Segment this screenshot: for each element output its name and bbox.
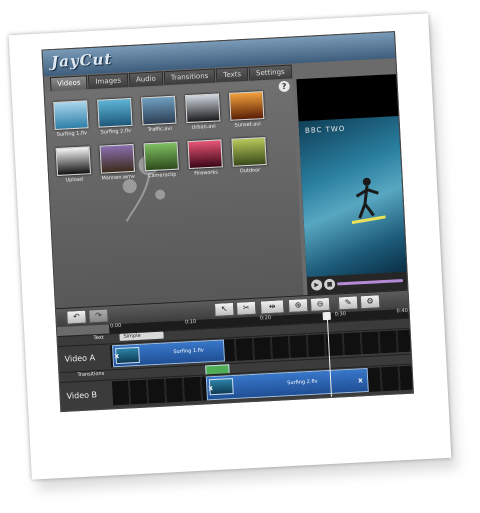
track-label-video-b: Video B [66, 390, 98, 401]
surfer-figure [351, 177, 386, 225]
library-clip[interactable]: Fireworks [187, 139, 223, 179]
clip-label: Outdoor [239, 167, 261, 175]
clip-handle-icon[interactable]: x [114, 352, 119, 360]
library-clip[interactable]: Surfing 2.flv [97, 97, 133, 138]
pick-tool-icon[interactable]: ✎ [337, 295, 359, 311]
clip-label: Surfing 2.flv [287, 378, 318, 387]
adjust-tool-icon[interactable]: ⇹ [259, 299, 285, 315]
library-clip[interactable]: Surfing 1.flv [53, 100, 89, 140]
app-logo: JayCut [50, 49, 113, 72]
clip-thumbnail [228, 91, 265, 121]
track-label-text: Text [93, 334, 104, 342]
clip-label: Traffic.avi [147, 125, 172, 134]
tick-label: 0:20 [259, 314, 272, 322]
clip-thumbnail [97, 97, 133, 128]
clip-thumbnail [185, 93, 221, 124]
clip-label: Mannen.wmv [101, 173, 136, 182]
tab-videos[interactable]: Videos [49, 75, 88, 92]
clip-label: Urban.avi [191, 123, 216, 131]
clip-handle-icon[interactable]: x [358, 376, 363, 384]
zoom-out-icon[interactable]: ⊖ [309, 296, 331, 312]
clip-thumbnail [141, 95, 177, 126]
undo-icon[interactable]: ↶ [66, 309, 87, 325]
clip-label: Fireworks [194, 169, 219, 177]
tick-label: 0:40 [396, 307, 408, 315]
clip-thumbnail [143, 141, 179, 172]
tab-transitions[interactable]: Transitions [163, 68, 216, 86]
tab-images[interactable]: Images [88, 73, 129, 90]
clip-label: Sunset.avi [234, 121, 261, 129]
library-clip[interactable]: Outdoor [231, 137, 267, 177]
tab-audio[interactable]: Audio [128, 71, 164, 88]
tick-label: 0:10 [184, 318, 197, 326]
select-tool-icon[interactable]: ↖ [213, 301, 235, 317]
clip-label: Surfing 1.flv [56, 130, 88, 138]
tab-settings[interactable]: Settings [248, 64, 293, 81]
clip-label: Cameraclip [147, 171, 177, 180]
track-label-video-a: Video A [64, 353, 96, 364]
library-clip[interactable]: Mannen.wmv [99, 143, 136, 184]
split-tool-icon[interactable]: ✂ [235, 300, 257, 316]
clip-thumbnail [99, 143, 135, 174]
library-clip[interactable]: Sunset.avi [228, 91, 265, 131]
clip-handle-icon[interactable]: x [208, 384, 213, 392]
clip-thumbnail [53, 100, 89, 131]
clip-label: Surfing 2.flv [100, 128, 132, 136]
zoom-in-icon[interactable]: ⊕ [287, 297, 309, 314]
clip-thumbnail [55, 146, 92, 176]
tick-label: 0:30 [334, 311, 347, 318]
tick-label: 0:00 [109, 322, 122, 330]
library-clip[interactable]: Urban.avi [185, 93, 221, 133]
app-window: JayCut Videos Images Audio Transitions T… [41, 31, 414, 413]
clip-label: Surfing 1.flv [173, 347, 204, 356]
tab-texts[interactable]: Texts [215, 66, 249, 83]
library-clip[interactable]: Traffic.avi [141, 95, 177, 136]
polaroid-frame: JayCut Videos Images Audio Transitions T… [8, 13, 452, 480]
clip-label: Upload [65, 176, 84, 184]
clip-thumbnail [187, 139, 223, 170]
clip-thumbnail [231, 137, 267, 167]
redo-icon[interactable]: ↷ [88, 308, 109, 324]
settings-icon[interactable]: ⚙ [359, 294, 381, 310]
library-clip[interactable]: Upload [55, 146, 92, 186]
library-clip[interactable]: Cameraclip [143, 141, 179, 182]
